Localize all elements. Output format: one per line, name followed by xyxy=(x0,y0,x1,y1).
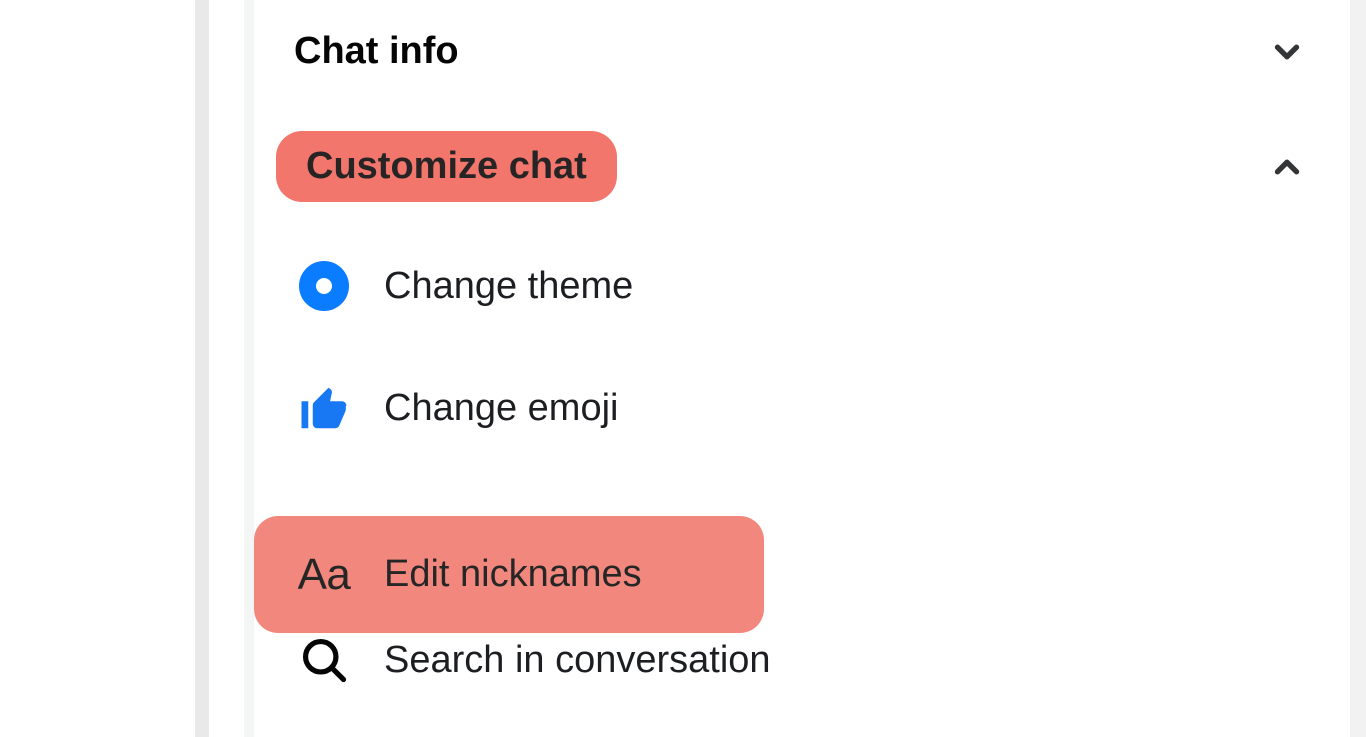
left-column-1 xyxy=(0,0,78,737)
change-emoji-label: Change emoji xyxy=(384,387,618,430)
customize-chat-title: Customize chat xyxy=(306,145,587,187)
aa-text-icon: Aa xyxy=(294,545,354,605)
chat-info-title: Chat info xyxy=(294,30,459,73)
thumbs-up-icon xyxy=(294,378,354,438)
customize-chat-highlight: Customize chat xyxy=(276,131,617,202)
search-conversation-label: Search in conversation xyxy=(384,639,771,682)
vertical-divider-light xyxy=(244,0,254,737)
edit-nicknames-item[interactable]: Aa Edit nicknames xyxy=(254,516,764,633)
chevron-up-icon xyxy=(1268,148,1306,186)
between-strip xyxy=(209,0,244,737)
change-emoji-item[interactable]: Change emoji xyxy=(254,362,1366,454)
vertical-divider-dark xyxy=(195,0,209,737)
chat-info-section-header[interactable]: Chat info xyxy=(254,10,1366,93)
right-edge-strip xyxy=(1350,0,1366,737)
change-theme-label: Change theme xyxy=(384,265,633,308)
chevron-down-icon xyxy=(1268,33,1306,71)
edit-nicknames-label: Edit nicknames xyxy=(384,553,642,596)
left-column-2 xyxy=(78,0,196,737)
change-theme-item[interactable]: Change theme xyxy=(254,240,1366,332)
theme-circle-icon xyxy=(294,256,354,316)
search-icon xyxy=(294,630,354,690)
customize-chat-section-header[interactable]: Customize chat xyxy=(254,123,1366,210)
